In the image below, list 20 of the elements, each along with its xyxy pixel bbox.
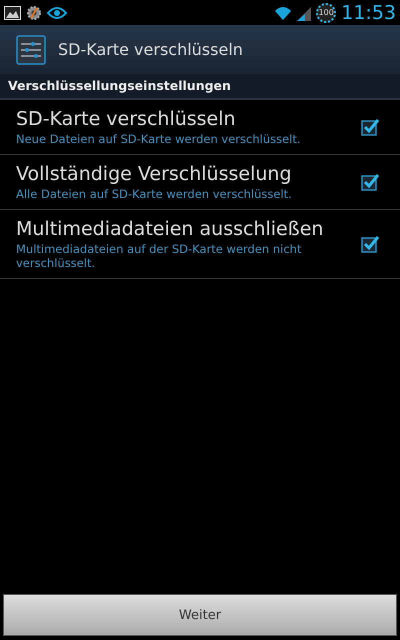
clock: 11:53 (341, 2, 396, 24)
gear-icon (26, 4, 42, 20)
checkbox[interactable] (360, 117, 380, 137)
signal-icon (297, 4, 312, 20)
picture-icon (4, 6, 21, 20)
wifi-icon (274, 4, 292, 20)
setting-summary: Multimediadateien auf der SD-Karte werden nicht verschlüsselt. (16, 242, 302, 270)
eye-icon (47, 6, 67, 20)
setting-title: Multimediadateien ausschließen (16, 218, 324, 240)
battery-level: 100 (316, 2, 336, 22)
settings-icon (16, 34, 46, 64)
setting-title: Vollständige Verschlüsselung (16, 163, 293, 185)
setting-summary: Alle Dateien auf SD-Karte werden verschlüsselt. (16, 187, 293, 201)
checkbox[interactable] (360, 234, 380, 254)
setting-summary: Neue Dateien auf SD-Karte werden verschlüsselt. (16, 132, 302, 146)
checkbox[interactable] (360, 172, 380, 192)
screen-title: SD-Karte verschlüsseln (58, 40, 243, 59)
section-header: Verschlüssellungseinstellungen (0, 74, 400, 100)
next-button[interactable]: Weiter (3, 594, 397, 636)
setting-title: SD-Karte verschlüsseln (16, 108, 237, 130)
